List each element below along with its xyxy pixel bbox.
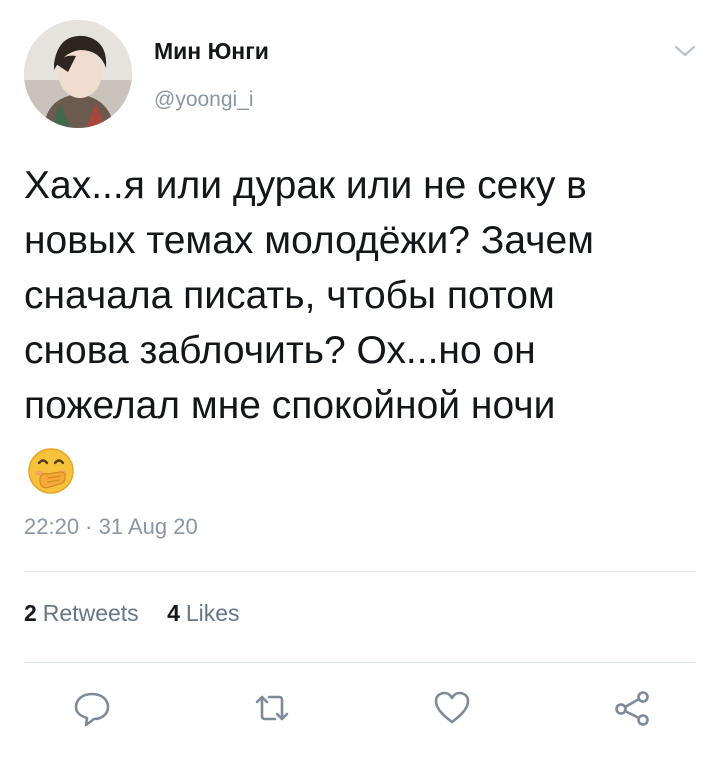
tweet-stats: 2 Retweets 4 Likes	[24, 600, 262, 627]
user-handle[interactable]: @yoongi_i	[154, 88, 254, 112]
share-icon	[615, 691, 649, 726]
likes-count: 4	[167, 600, 180, 626]
avatar[interactable]	[24, 20, 132, 128]
likes-label: Likes	[185, 600, 240, 626]
tweet-line: новых темах молодёжи? Зачем	[24, 219, 594, 262]
tweet-line: Хах...я или дурак или не секу в	[24, 164, 587, 207]
tweet-line: сначала писать, чтобы потом	[24, 274, 555, 317]
retweets-stat[interactable]: 2 Retweets	[24, 600, 139, 627]
tweet-header: Мин Юнги @yoongi_i	[24, 20, 700, 132]
retweet-icon	[255, 695, 289, 721]
retweets-count: 2	[24, 600, 37, 626]
divider	[24, 571, 696, 572]
heart-icon	[434, 691, 470, 724]
reply-button[interactable]	[72, 688, 112, 728]
chevron-down-icon[interactable]	[674, 44, 696, 58]
speech-bubble-icon	[74, 692, 110, 727]
likes-stat[interactable]: 4 Likes	[167, 600, 240, 627]
retweets-label: Retweets	[42, 600, 139, 626]
tweet-line: снова заблочить? Ох...но он	[24, 329, 536, 372]
tweet-line: пожелал мне спокойной ночи	[24, 384, 556, 427]
face-with-hand-over-mouth-emoji-icon	[26, 446, 76, 496]
tweet-text: Хах...я или дурак или не секу в новых те…	[24, 158, 704, 433]
share-button[interactable]	[612, 688, 652, 728]
tweet-timestamp[interactable]: 22:20 · 31 Aug 20	[24, 514, 198, 540]
retweet-button[interactable]	[252, 688, 292, 728]
like-button[interactable]	[432, 688, 472, 728]
divider	[24, 662, 696, 663]
display-name[interactable]: Мин Юнги	[154, 38, 269, 65]
action-bar	[0, 688, 720, 738]
